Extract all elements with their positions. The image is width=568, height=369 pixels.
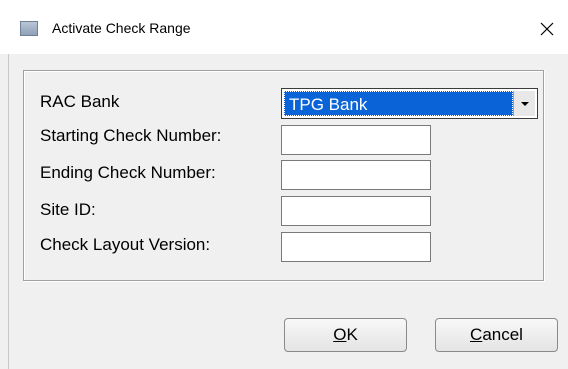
site-id-input[interactable] bbox=[281, 196, 431, 226]
check-layout-version-label: Check Layout Version: bbox=[40, 235, 211, 254]
cancel-label-rest: ancel bbox=[482, 325, 523, 344]
ok-accelerator-letter: O bbox=[333, 325, 347, 344]
starting-check-number-label: Starting Check Number: bbox=[40, 126, 222, 145]
rac-bank-dropdown[interactable]: TPG Bank bbox=[281, 88, 538, 119]
close-button[interactable] bbox=[532, 14, 562, 44]
ending-check-number-input[interactable] bbox=[281, 160, 431, 190]
close-icon bbox=[540, 22, 554, 36]
rac-bank-label: RAC Bank bbox=[40, 92, 120, 111]
cancel-button[interactable]: Cancel bbox=[435, 318, 558, 352]
check-layout-version-input[interactable] bbox=[281, 232, 431, 262]
starting-check-number-input[interactable] bbox=[281, 125, 431, 155]
site-id-label: Site ID: bbox=[40, 200, 96, 219]
window-title: Activate Check Range bbox=[52, 20, 191, 36]
dialog-window: Activate Check Range RAC Bank TPG Bank S… bbox=[0, 0, 568, 369]
rac-bank-selected-value: TPG Bank bbox=[284, 91, 513, 116]
app-icon bbox=[20, 21, 38, 36]
cancel-accelerator-letter: C bbox=[470, 325, 483, 344]
dropdown-arrow-button[interactable] bbox=[513, 91, 535, 116]
ending-check-number-label: Ending Check Number: bbox=[40, 163, 216, 182]
ok-label-rest: K bbox=[346, 325, 358, 344]
title-bar: Activate Check Range bbox=[0, 0, 568, 54]
ok-button[interactable]: OK bbox=[284, 318, 407, 352]
chevron-down-icon bbox=[520, 101, 529, 106]
window-edge bbox=[8, 54, 9, 369]
